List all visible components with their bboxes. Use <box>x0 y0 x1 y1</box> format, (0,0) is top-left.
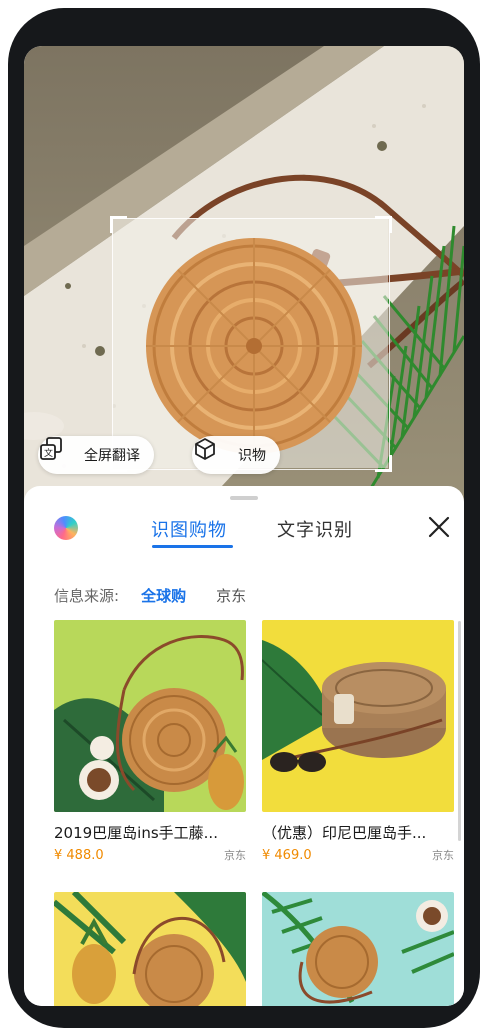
product-price: ¥ 488.0 <box>54 847 104 863</box>
results-sheet: 识图购物 文字识别 信息来源: 全球购 京东 2019巴厘岛ins手工藤... … <box>24 486 464 1006</box>
product-price: ¥ 469.0 <box>262 847 312 863</box>
screen: 文 全屏翻译 识物 识图购物 文字识别 信息来源: 全球购 京东 2019巴厘岛… <box>24 46 464 1006</box>
phone-frame: 文 全屏翻译 识物 识图购物 文字识别 信息来源: 全球购 京东 2019巴厘岛… <box>0 0 488 1036</box>
active-tab-indicator <box>152 545 233 548</box>
scan-frame[interactable] <box>110 216 392 472</box>
scan-corner-top-right[interactable] <box>375 216 392 233</box>
identify-object-button[interactable]: 识物 <box>192 436 280 474</box>
product-image[interactable] <box>262 892 454 1006</box>
camera-preview[interactable]: 文 全屏翻译 识物 <box>24 46 464 516</box>
product-meta: ¥ 469.0 京东 <box>262 847 454 863</box>
identify-object-label: 识物 <box>238 448 266 464</box>
product-title[interactable]: 2019巴厘岛ins手工藤... <box>54 822 246 843</box>
scan-corner-top-left[interactable] <box>110 216 127 233</box>
product-image[interactable] <box>262 620 454 812</box>
source-option-jd[interactable]: 京东 <box>216 585 246 606</box>
product-store: 京东 <box>432 849 454 862</box>
product-image[interactable] <box>54 892 246 1006</box>
source-label: 信息来源: <box>54 586 120 605</box>
close-button[interactable] <box>426 514 452 540</box>
fullscreen-translate-button[interactable]: 文 全屏翻译 <box>38 436 154 474</box>
cube-icon <box>195 438 228 468</box>
product-card[interactable] <box>54 892 246 1006</box>
product-meta: ¥ 488.0 京东 <box>54 847 246 863</box>
assistant-logo-icon <box>54 516 78 540</box>
sheet-drag-handle[interactable] <box>230 496 258 500</box>
close-icon <box>428 516 450 538</box>
product-store: 京东 <box>224 849 246 862</box>
svg-text:文: 文 <box>44 447 53 459</box>
results-scrollbar[interactable] <box>458 621 461 841</box>
product-image[interactable] <box>54 620 246 812</box>
translate-icon: 文 <box>40 437 74 468</box>
source-filter-row: 信息来源: 全球购 京东 <box>54 584 276 606</box>
scan-corner-bottom-right[interactable] <box>375 455 392 472</box>
product-card[interactable]: （优惠）印尼巴厘岛手... ¥ 469.0 京东 <box>262 620 454 863</box>
tab-image-shopping[interactable]: 识图购物 <box>151 516 227 542</box>
product-card[interactable]: 2019巴厘岛ins手工藤... ¥ 488.0 京东 <box>54 620 246 863</box>
tab-text-recognition[interactable]: 文字识别 <box>277 516 353 542</box>
product-card[interactable] <box>262 892 454 1006</box>
fullscreen-translate-label: 全屏翻译 <box>84 448 140 464</box>
source-option-global[interactable]: 全球购 <box>141 585 186 606</box>
product-title[interactable]: （优惠）印尼巴厘岛手... <box>262 822 454 843</box>
